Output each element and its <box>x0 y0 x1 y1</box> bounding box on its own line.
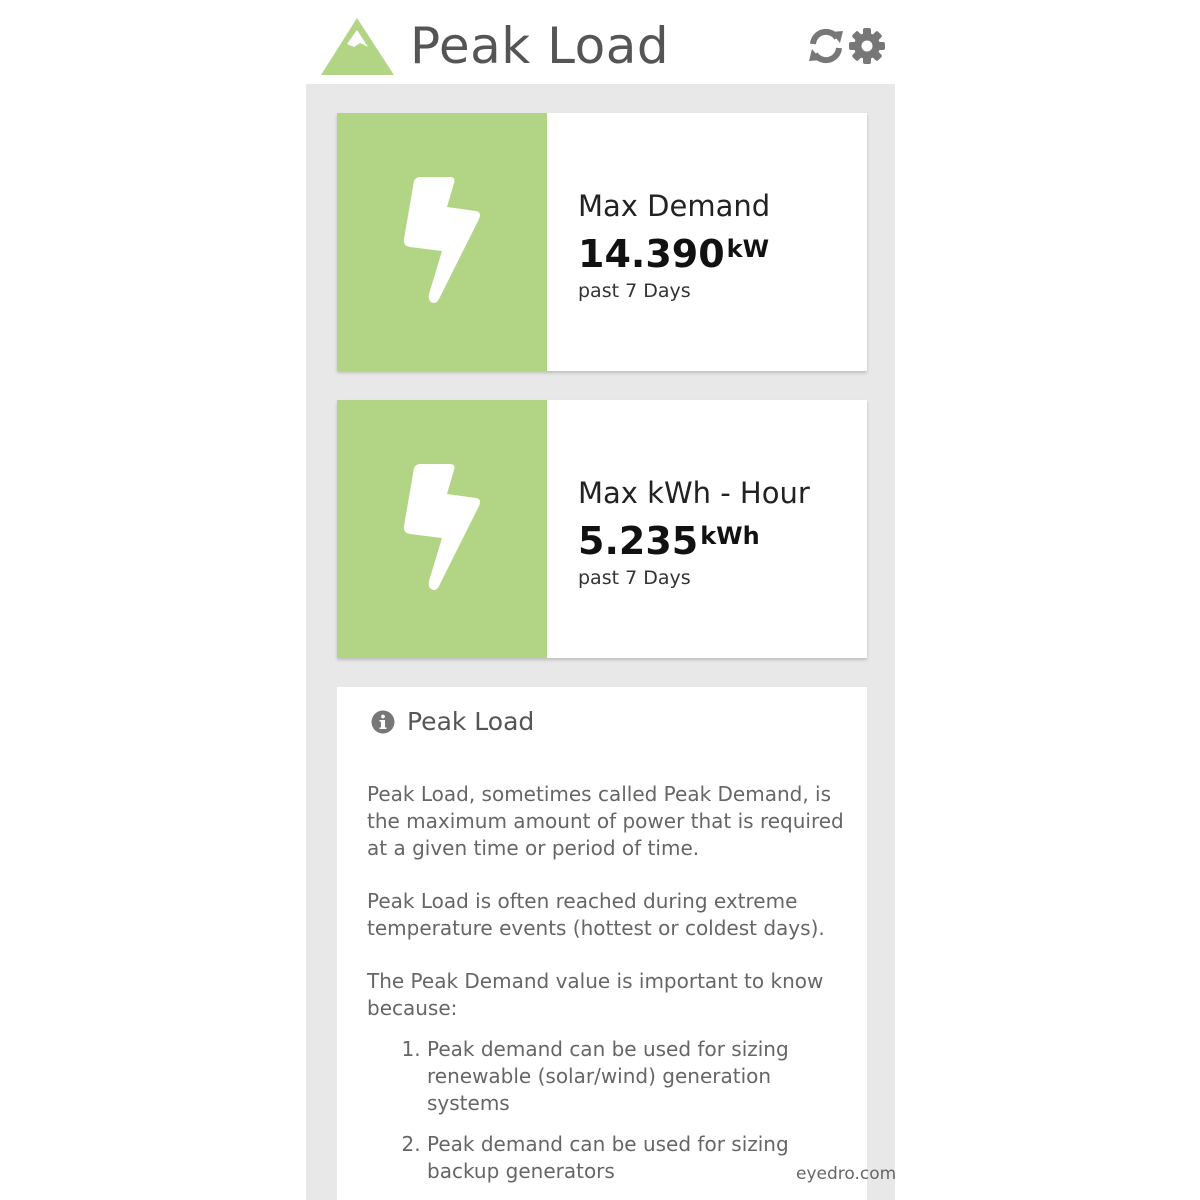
metric-label: Max kWh - Hour <box>578 476 810 510</box>
metric-label: Max Demand <box>578 189 771 223</box>
info-icon <box>371 710 395 734</box>
max-demand-card: Max Demand 14.390kW past 7 Days <box>337 113 867 371</box>
max-kwh-hour-card: Max kWh - Hour 5.235kWh past 7 Days <box>337 400 867 658</box>
lightning-bolt-icon <box>403 464 480 590</box>
info-paragraph: Peak Load, sometimes called Peak Demand,… <box>367 782 844 860</box>
metric-text: Max Demand 14.390kW past 7 Days <box>578 189 770 302</box>
metric-value: 14.390kW <box>578 227 770 276</box>
metric-unit: kW <box>726 235 770 263</box>
info-body: Peak Load, sometimes called Peak Demand,… <box>367 781 847 1199</box>
watermark: eyedro.com <box>796 1164 897 1184</box>
refresh-icon[interactable] <box>806 26 846 66</box>
app-header: Peak Load <box>306 0 895 84</box>
card-icon-area <box>337 113 547 371</box>
gear-icon[interactable] <box>847 26 887 66</box>
lightning-bolt-icon <box>403 177 480 303</box>
info-paragraph: Peak Load is often reached during extrem… <box>367 889 825 940</box>
info-paragraph: The Peak Demand value is important to kn… <box>367 969 824 1020</box>
metric-unit: kWh <box>700 522 760 550</box>
metric-period: past 7 Days <box>578 280 691 302</box>
card-icon-area <box>337 400 547 658</box>
metric-value: 5.235kWh <box>578 514 810 563</box>
info-card: Peak Load Peak Load, sometimes called Pe… <box>337 687 867 1200</box>
mountain-logo-icon <box>321 18 394 75</box>
info-list: Peak demand can be used for sizing renew… <box>405 1036 847 1185</box>
info-title: Peak Load <box>407 707 535 736</box>
metric-number: 14.390 <box>578 232 725 276</box>
metric-period: past 7 Days <box>578 567 691 589</box>
list-item: Peak demand can be used for sizing backu… <box>427 1131 847 1185</box>
metric-text: Max kWh - Hour 5.235kWh past 7 Days <box>578 476 810 589</box>
list-item: Peak demand can be used for sizing renew… <box>427 1036 847 1117</box>
metric-number: 5.235 <box>578 519 699 563</box>
app-title: Peak Load <box>410 17 670 75</box>
content-panel: Max Demand 14.390kW past 7 Days Max kWh … <box>306 84 895 1200</box>
